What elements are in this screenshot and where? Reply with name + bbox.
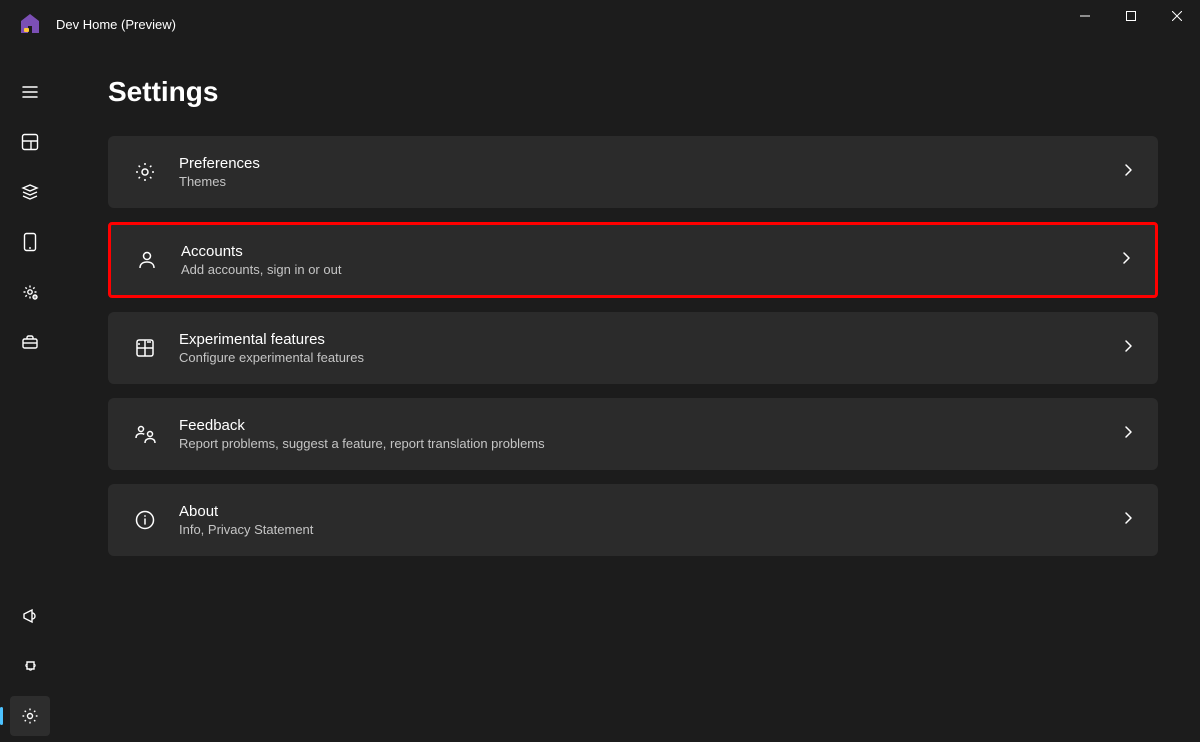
close-button[interactable] — [1154, 0, 1200, 32]
settings-item-title: About — [179, 503, 1121, 520]
sidebar-item-toolbox[interactable] — [10, 322, 50, 362]
chevron-right-icon — [1121, 339, 1135, 358]
chevron-right-icon — [1121, 425, 1135, 444]
minimize-button[interactable] — [1062, 0, 1108, 32]
settings-item-title: Accounts — [181, 243, 1119, 260]
sidebar-item-utilities[interactable] — [10, 272, 50, 312]
main-content: Settings Preferences Themes — [60, 48, 1200, 742]
settings-item-subtitle: Add accounts, sign in or out — [181, 262, 1119, 277]
settings-item-accounts[interactable]: Accounts Add accounts, sign in or out — [108, 222, 1158, 298]
feedback-icon — [131, 420, 159, 448]
settings-item-experimental[interactable]: Experimental features Configure experime… — [108, 312, 1158, 384]
sidebar-item-dashboard[interactable] — [10, 122, 50, 162]
sidebar-item-environments[interactable] — [10, 222, 50, 262]
settings-item-subtitle: Configure experimental features — [179, 350, 1121, 365]
apps-icon — [131, 334, 159, 362]
titlebar: Dev Home (Preview) — [0, 0, 1200, 48]
app-logo-icon — [16, 10, 44, 38]
sidebar-item-whatsnew[interactable] — [10, 596, 50, 636]
sidebar-item-machine-config[interactable] — [10, 172, 50, 212]
settings-item-subtitle: Info, Privacy Statement — [179, 522, 1121, 537]
settings-item-subtitle: Themes — [179, 174, 1121, 189]
settings-item-title: Preferences — [179, 155, 1121, 172]
settings-item-preferences[interactable]: Preferences Themes — [108, 136, 1158, 208]
chevron-right-icon — [1119, 251, 1133, 270]
sidebar — [0, 48, 60, 742]
settings-item-subtitle: Report problems, suggest a feature, repo… — [179, 436, 1121, 451]
settings-item-about[interactable]: About Info, Privacy Statement — [108, 484, 1158, 556]
settings-list: Preferences Themes Accounts Add acc — [108, 136, 1158, 556]
info-icon — [131, 506, 159, 534]
chevron-right-icon — [1121, 511, 1135, 530]
hamburger-menu-button[interactable] — [10, 72, 50, 112]
sidebar-item-extensions[interactable] — [10, 646, 50, 686]
settings-item-title: Experimental features — [179, 331, 1121, 348]
window-controls — [1062, 0, 1200, 32]
page-title: Settings — [108, 76, 1158, 108]
person-icon — [133, 246, 161, 274]
settings-item-title: Feedback — [179, 417, 1121, 434]
chevron-right-icon — [1121, 163, 1135, 182]
sidebar-item-settings[interactable] — [10, 696, 50, 736]
maximize-button[interactable] — [1108, 0, 1154, 32]
app-title: Dev Home (Preview) — [56, 17, 176, 32]
gear-icon — [131, 158, 159, 186]
settings-item-feedback[interactable]: Feedback Report problems, suggest a feat… — [108, 398, 1158, 470]
